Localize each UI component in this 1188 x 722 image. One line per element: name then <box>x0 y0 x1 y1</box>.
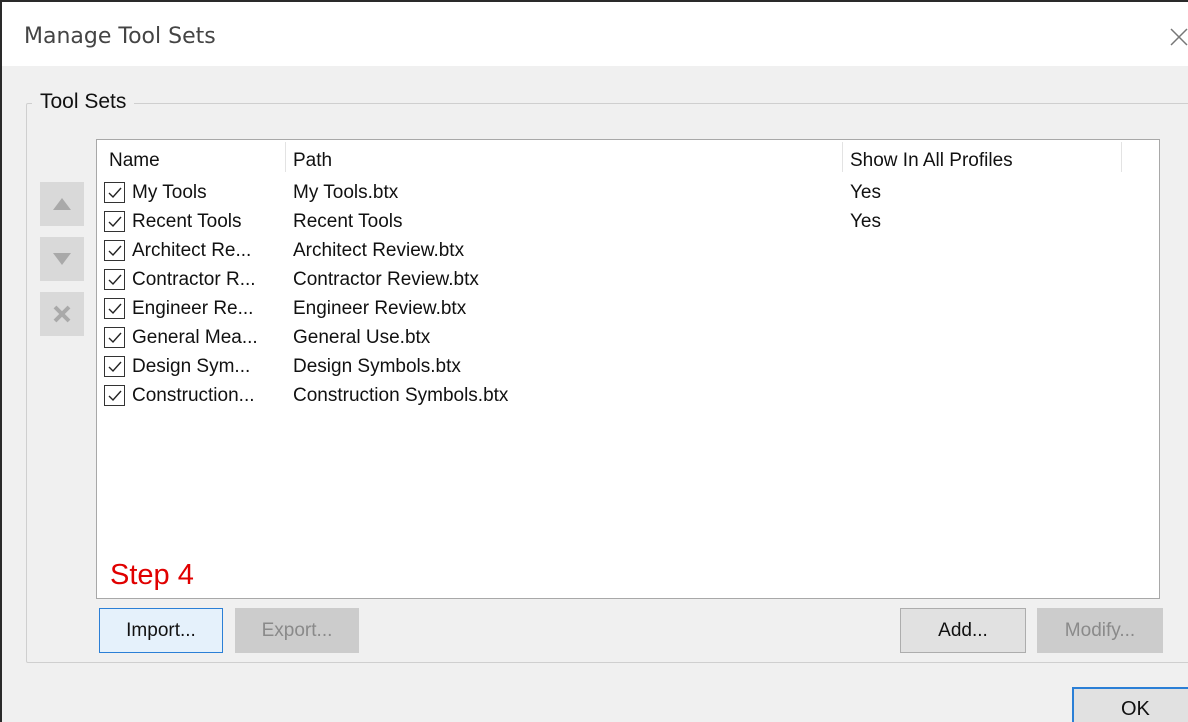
table-row[interactable]: Architect Re... Architect Review.btx <box>97 238 1159 266</box>
table-row[interactable]: Design Sym... Design Symbols.btx <box>97 354 1159 382</box>
row-path: Architect Review.btx <box>293 240 465 261</box>
tool-sets-list[interactable]: Name Path Show In All Profiles My Tools … <box>96 139 1160 599</box>
table-row[interactable]: General Mea... General Use.btx <box>97 325 1159 353</box>
move-down-button[interactable] <box>40 237 84 281</box>
close-icon[interactable] <box>1168 26 1188 48</box>
row-show-all: Yes <box>850 182 881 203</box>
column-divider[interactable] <box>842 142 843 172</box>
checkmark-icon <box>108 216 122 228</box>
x-icon <box>53 305 71 323</box>
column-header-name[interactable]: Name <box>109 150 160 172</box>
step-annotation: Step 4 <box>110 559 194 591</box>
row-name: Recent Tools <box>132 211 242 232</box>
table-row[interactable]: Engineer Re... Engineer Review.btx <box>97 296 1159 324</box>
table-row[interactable]: My Tools My Tools.btx Yes <box>97 180 1159 208</box>
row-checkbox[interactable] <box>104 182 125 203</box>
row-name: Construction... <box>132 385 255 406</box>
row-path: Recent Tools <box>293 211 403 232</box>
row-checkbox[interactable] <box>104 211 125 232</box>
column-header-show-in-all-profiles[interactable]: Show In All Profiles <box>850 150 1013 172</box>
checkmark-icon <box>108 361 122 373</box>
checkmark-icon <box>108 390 122 402</box>
row-show-all: Yes <box>850 211 881 232</box>
checkmark-icon <box>108 274 122 286</box>
checkmark-icon <box>108 303 122 315</box>
checkmark-icon <box>108 245 122 257</box>
list-header: Name Path Show In All Profiles <box>97 140 1159 174</box>
row-name: My Tools <box>132 182 207 203</box>
up-triangle-icon <box>53 198 71 210</box>
tool-sets-group-label: Tool Sets <box>32 90 135 114</box>
row-path: Design Symbols.btx <box>293 356 461 377</box>
row-checkbox[interactable] <box>104 298 125 319</box>
import-button[interactable]: Import... <box>99 608 223 653</box>
row-name: Engineer Re... <box>132 298 254 319</box>
row-path: Contractor Review.btx <box>293 269 479 290</box>
column-divider[interactable] <box>285 142 286 172</box>
column-divider[interactable] <box>1121 142 1122 172</box>
checkmark-icon <box>108 187 122 199</box>
row-path: Construction Symbols.btx <box>293 385 509 406</box>
row-name: General Mea... <box>132 327 258 348</box>
table-row[interactable]: Contractor R... Contractor Review.btx <box>97 267 1159 295</box>
row-checkbox[interactable] <box>104 327 125 348</box>
row-checkbox[interactable] <box>104 356 125 377</box>
row-name: Design Sym... <box>132 356 251 377</box>
add-button[interactable]: Add... <box>900 608 1026 653</box>
row-name: Architect Re... <box>132 240 252 261</box>
dialog-title: Manage Tool Sets <box>24 24 216 49</box>
row-name: Contractor R... <box>132 269 256 290</box>
modify-button[interactable]: Modify... <box>1037 608 1163 653</box>
row-path: My Tools.btx <box>293 182 399 203</box>
manage-tool-sets-dialog: Manage Tool Sets Tool Sets Name Path Sho… <box>0 0 1188 722</box>
export-button[interactable]: Export... <box>235 608 359 653</box>
checkmark-icon <box>108 332 122 344</box>
row-checkbox[interactable] <box>104 240 125 261</box>
column-header-path[interactable]: Path <box>293 150 332 172</box>
table-row[interactable]: Recent Tools Recent Tools Yes <box>97 209 1159 237</box>
row-path: Engineer Review.btx <box>293 298 467 319</box>
down-triangle-icon <box>53 253 71 265</box>
row-checkbox[interactable] <box>104 269 125 290</box>
title-bar: Manage Tool Sets <box>2 2 1188 66</box>
move-up-button[interactable] <box>40 182 84 226</box>
row-checkbox[interactable] <box>104 385 125 406</box>
ok-button[interactable]: OK <box>1072 687 1188 722</box>
table-row[interactable]: Construction... Construction Symbols.btx <box>97 383 1159 411</box>
row-path: General Use.btx <box>293 327 431 348</box>
delete-button[interactable] <box>40 292 84 336</box>
